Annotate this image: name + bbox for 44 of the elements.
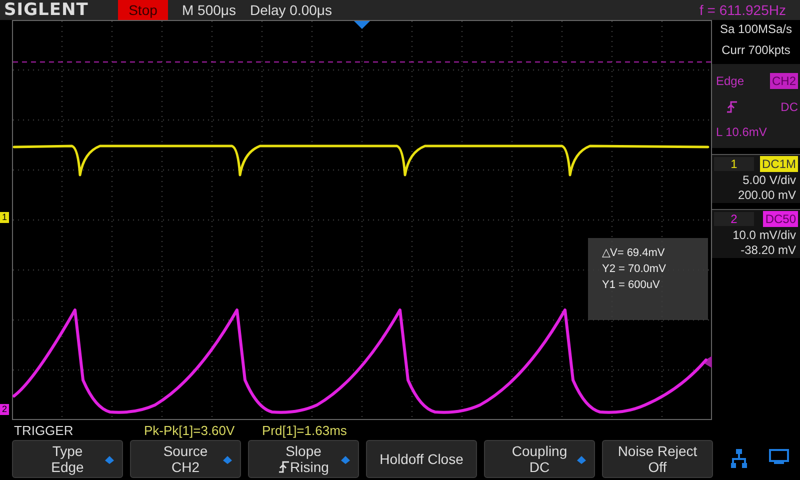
measurement-readout: Prd[1]=1.63ms [262, 422, 348, 438]
run-state-indicator[interactable]: Stop [118, 0, 168, 20]
adjust-arrow-icon [105, 456, 114, 464]
sample-rate: Sa 100MSa/s [718, 22, 794, 37]
network-icon [731, 449, 747, 469]
channel-info-panel[interactable]: 1 DC1M 5.00 V/div 200.00 mV [712, 154, 800, 203]
softkey[interactable]: Type Edge [12, 440, 123, 478]
channel-offset: 200.00 mV [736, 188, 797, 203]
channel-info-panel[interactable]: 2 DC50 10.0 mV/div -38.20 mV [712, 209, 800, 258]
trigger-coupling: DC [780, 100, 798, 114]
trigger-type: Edge [716, 74, 746, 88]
adjust-arrow-icon [223, 456, 232, 464]
softkey[interactable]: Source CH2 [130, 440, 241, 478]
trigger-level: L 10.6mV [716, 125, 768, 140]
rising-edge-icon [726, 100, 738, 113]
measurement-readout: Pk-Pk[1]=3.60V [144, 422, 236, 438]
rising-edge-icon [278, 461, 290, 473]
channel-coupling: DC1M [760, 156, 798, 172]
menu-title: TRIGGER [14, 422, 74, 438]
trigger-level-marker[interactable] [702, 356, 712, 368]
channel-scale: 5.00 V/div [742, 173, 797, 188]
channel-number: 1 [714, 157, 754, 171]
channel-scale: 10.0 mV/div [732, 228, 797, 243]
adjust-arrow-icon [341, 456, 350, 464]
softkey[interactable]: Slope Rising [248, 440, 359, 478]
cursor-value: △V= 69.4mV [602, 246, 666, 259]
monitor-icon [769, 449, 789, 465]
adjust-arrow-icon [577, 456, 586, 464]
cursor-value: Y2 = 70.0mV [602, 263, 667, 275]
memory-depth: Curr 700kpts [720, 43, 792, 58]
channel-marker[interactable]: 2 [0, 404, 9, 415]
softkey[interactable]: Coupling DC [484, 440, 595, 478]
delay-readout: Delay 0.00μs [250, 2, 332, 18]
trigger-source: CH2 [770, 72, 798, 89]
timebase-readout: M 500μs [182, 2, 236, 18]
channel-coupling: DC50 [763, 211, 798, 227]
channel-marker[interactable]: 1 [0, 212, 9, 223]
brand-logo: SIGLENT [3, 0, 90, 20]
cursor-value: Y1 = 600uV [602, 279, 661, 291]
softkey[interactable]: Noise Reject Off [602, 440, 713, 478]
softkey[interactable]: Holdoff Close [366, 440, 477, 478]
channel-offset: -38.20 mV [740, 243, 797, 258]
frequency-readout: f = 611.925Hz [699, 2, 786, 18]
channel-number: 2 [714, 212, 754, 226]
